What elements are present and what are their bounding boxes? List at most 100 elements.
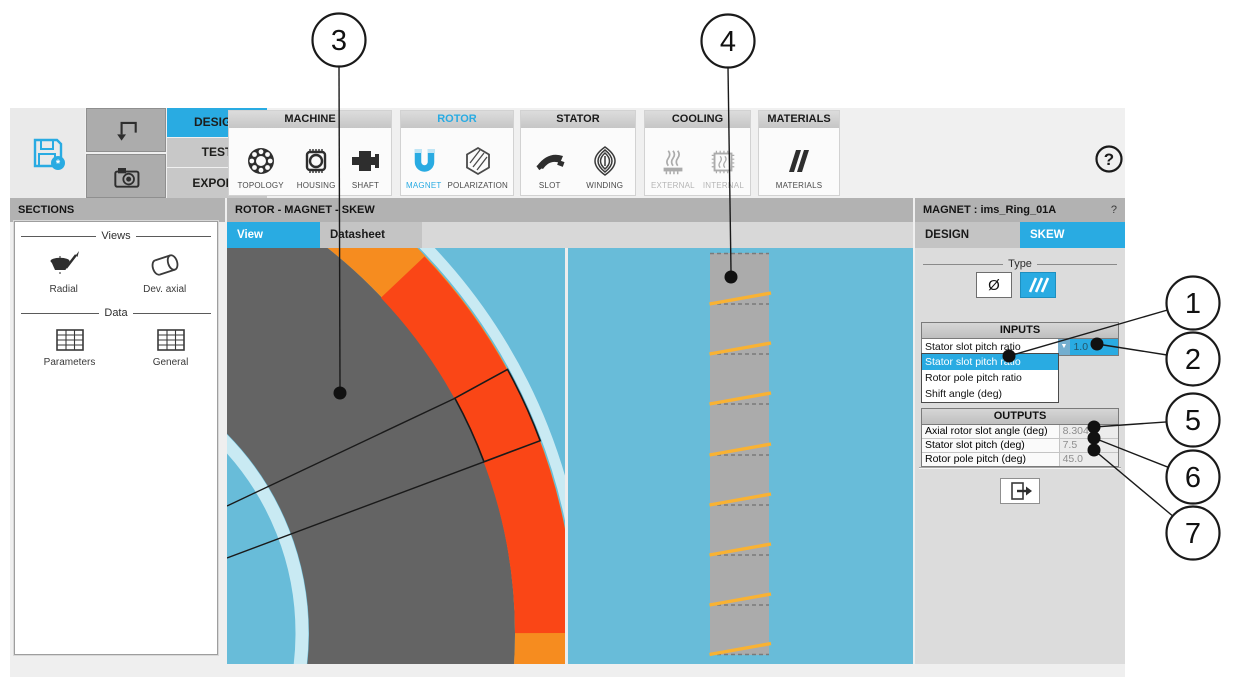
toolbar-item-external-cooling: EXTERNAL <box>651 129 695 192</box>
inputs-box: INPUTS Stator slot pitch ratio ▼ 1.0 <box>921 322 1119 356</box>
save-icon: * <box>28 133 68 173</box>
dev-axial-view-icon <box>147 248 183 280</box>
axial-view <box>710 253 772 655</box>
output-label: Rotor pole pitch (deg) <box>922 453 1059 466</box>
toolbar-group-cooling: COOLING EXTERNAL INTERNAL <box>644 110 751 196</box>
callout-number: 2 <box>1185 344 1201 376</box>
shaft-icon <box>348 144 382 178</box>
toolbar-item-label: SLOT <box>539 181 561 190</box>
parameter-dropdown-arrow-icon[interactable]: ▼ <box>1058 339 1071 355</box>
svg-text:*: * <box>55 158 60 170</box>
toolbar-item-label: MAGNET <box>406 181 441 190</box>
toolbar-item-label: INTERNAL <box>703 181 744 190</box>
housing-icon <box>299 144 333 178</box>
toolbar-group-materials: MATERIALS MATERIALS <box>758 110 840 196</box>
toolbar-group-stator: STATOR SLOT WIN <box>520 110 636 196</box>
undo-arrow-icon <box>111 115 141 145</box>
parameter-value-field[interactable]: 1.0 <box>1070 339 1118 355</box>
dropdown-option-shift-angle[interactable]: Shift angle (deg) <box>922 386 1058 402</box>
svg-text:?: ? <box>1104 150 1114 169</box>
toolbar-item-label: TOPOLOGY <box>237 181 283 190</box>
sections-item-label: General <box>153 357 189 368</box>
callout-number: 7 <box>1185 518 1201 550</box>
output-label: Stator slot pitch (deg) <box>922 439 1059 452</box>
dropdown-option-stator-slot-pitch-ratio[interactable]: Stator slot pitch ratio <box>922 354 1058 370</box>
output-value: 7.5 <box>1059 439 1118 452</box>
toolbar-item-internal-cooling: INTERNAL <box>703 129 744 192</box>
toolbar-item-shaft[interactable]: SHAFT <box>348 129 382 192</box>
output-value: 8.304 <box>1059 425 1118 438</box>
tab-view[interactable]: View <box>227 222 320 248</box>
tab-magnet-design[interactable]: DESIGN <box>915 222 1020 248</box>
callout-number: 5 <box>1185 405 1201 437</box>
type-group-separator: Type <box>923 258 1117 270</box>
output-label: Axial rotor slot angle (deg) <box>922 425 1059 438</box>
toolbar-item-polarization[interactable]: POLARIZATION <box>447 129 507 192</box>
tab-datasheet[interactable]: Datasheet <box>320 222 422 248</box>
parameter-dropdown-list: Stator slot pitch ratio Rotor pole pitch… <box>921 353 1059 403</box>
inputs-title: INPUTS <box>922 323 1118 339</box>
rotor-skew-visualization <box>227 248 913 664</box>
data-group-label: Data <box>104 307 127 319</box>
callout-circle-7 <box>1167 507 1220 560</box>
toolbar-group-rotor: ROTOR MAGNET POLARIZATION <box>400 110 514 196</box>
toolbar-item-label: MATERIALS <box>776 181 823 190</box>
sections-item-label: Radial <box>50 284 78 295</box>
help-button[interactable]: ? <box>1093 143 1125 175</box>
toolbar-item-materials[interactable]: MATERIALS <box>776 129 823 192</box>
properties-body: Type Ø INPUTS Stator slot pitch ratio ▼ … <box>915 248 1125 664</box>
type-group-label: Type <box>1008 258 1032 270</box>
toolbar-item-topology[interactable]: TOPOLOGY <box>237 129 283 192</box>
undo-button[interactable] <box>86 108 166 152</box>
sections-item-general[interactable]: General <box>153 327 189 368</box>
skew-type-linear-button[interactable] <box>1020 272 1056 298</box>
group-title-machine: MACHINE <box>229 111 391 128</box>
help-icon: ? <box>1093 143 1125 175</box>
tab-magnet-skew[interactable]: SKEW <box>1020 222 1125 248</box>
toolbar-group-machine: MACHINE TOPOLOGY HOUSING <box>228 110 392 196</box>
snapshot-button[interactable] <box>86 154 166 198</box>
view-divider <box>565 248 568 664</box>
toolbar-item-slot[interactable]: SLOT <box>533 129 567 192</box>
parameters-table-icon <box>53 327 87 353</box>
data-group-separator: Data <box>21 307 211 319</box>
dropdown-option-rotor-pole-pitch-ratio[interactable]: Rotor pole pitch ratio <box>922 370 1058 386</box>
toolbar-item-winding[interactable]: WINDING <box>586 129 623 192</box>
callout-number: 4 <box>720 26 736 58</box>
outputs-box: OUTPUTS Axial rotor slot angle (deg) 8.3… <box>921 408 1119 467</box>
skew-type-none-button[interactable]: Ø <box>976 272 1012 298</box>
toolbar-item-label: HOUSING <box>297 181 336 190</box>
sections-item-label: Dev. axial <box>143 284 186 295</box>
toolbar-item-housing[interactable]: HOUSING <box>297 129 336 192</box>
apply-export-button[interactable] <box>1000 478 1040 504</box>
sections-item-radial[interactable]: Radial <box>46 248 82 295</box>
radial-view-icon <box>46 248 82 280</box>
group-title-materials: MATERIALS <box>759 111 839 128</box>
save-project-button[interactable]: * <box>10 108 85 198</box>
callout-number: 6 <box>1185 462 1201 494</box>
toolbar-item-magnet[interactable]: MAGNET <box>406 129 441 192</box>
properties-header: MAGNET : ims_Ring_01A ? <box>915 198 1125 222</box>
callout-number: 1 <box>1185 288 1201 320</box>
toolbar-item-label: EXTERNAL <box>651 181 695 190</box>
slot-icon <box>533 144 567 178</box>
view-canvas[interactable] <box>227 248 913 664</box>
group-title-stator: STATOR <box>521 111 635 128</box>
views-group-separator: Views <box>21 230 211 242</box>
top-toolbar: * DESIGN TEST EXPORT MACHINE TOPOLOGY <box>10 108 1125 198</box>
materials-icon <box>782 144 816 178</box>
panel-separator <box>919 467 1121 469</box>
views-group-label: Views <box>101 230 130 242</box>
sections-item-label: Parameters <box>44 357 96 368</box>
internal-cooling-icon <box>707 146 739 178</box>
properties-help-icon[interactable]: ? <box>1111 198 1117 222</box>
sections-item-dev-axial[interactable]: Dev. axial <box>143 248 186 295</box>
output-row: Rotor pole pitch (deg) 45.0 <box>922 452 1118 466</box>
camera-icon <box>110 160 142 192</box>
workspace-title: ROTOR - MAGNET - SKEW <box>227 198 913 222</box>
workspace-tabstrip: View Datasheet <box>227 222 913 248</box>
sections-item-parameters[interactable]: Parameters <box>44 327 96 368</box>
outputs-title: OUTPUTS <box>922 409 1118 425</box>
callout-circle-4 <box>702 15 755 68</box>
sections-panel-title: SECTIONS <box>10 198 225 222</box>
